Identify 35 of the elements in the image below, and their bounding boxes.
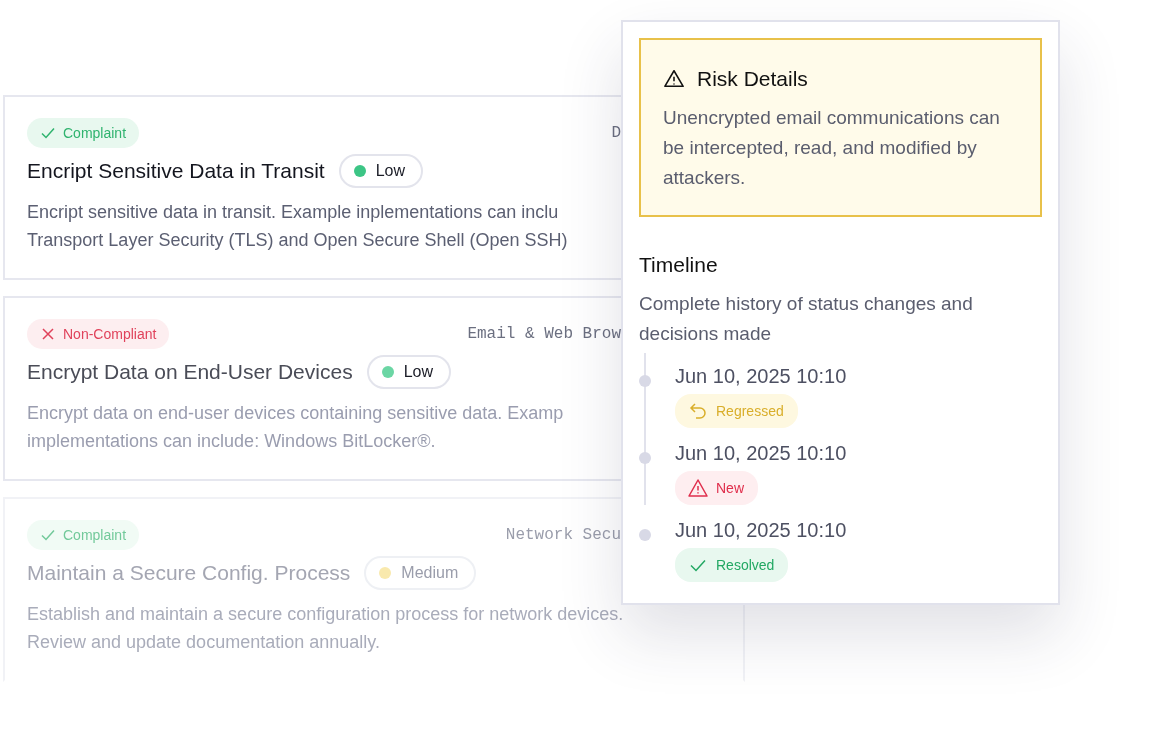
control-description: Encrypt data on end-user devices containing sensitive data. Examp	[27, 402, 564, 425]
control-description: Encript sensitive data in transit. Example inplementations can inclu	[27, 201, 559, 224]
status-badge: Non-Compliant	[27, 319, 170, 349]
control-title: Encrypt Data on End-User Devices	[27, 360, 353, 384]
event-badge: Resolved	[675, 548, 789, 582]
risk-title: Risk Details	[697, 67, 808, 91]
event-date: Jun 10, 2025 10:10	[675, 519, 847, 542]
risk-text: Unencrypted email communications can be intercepted, read, and modified by attackers.	[663, 106, 1001, 190]
severity-label: Medium	[401, 564, 459, 582]
timeline-dot	[639, 529, 651, 541]
timeline-subtitle: Complete history of status changes and decisions made	[639, 292, 974, 346]
control-description: implementations can include: Windows BitLocker®.	[27, 430, 436, 453]
warning-icon	[688, 478, 708, 498]
control-title: Encript Sensitive Data in Transit	[27, 159, 325, 183]
control-title: Maintain a Secure Config. Process	[27, 561, 351, 585]
control-description: Review and update documentation annually.	[27, 631, 380, 654]
check-icon	[40, 527, 56, 543]
category-label: Network Secu	[505, 526, 621, 544]
status-badge: Complaint	[27, 520, 140, 550]
event-date: Jun 10, 2025 10:10	[675, 442, 847, 465]
event-badge: New	[675, 471, 758, 505]
control-description: Establish and maintain a secure configuration process for network devices.	[27, 603, 624, 626]
category-label: Email & Web Brow	[467, 325, 621, 343]
severity-label: Low	[403, 363, 433, 381]
event-badge: Regressed	[675, 394, 798, 428]
undo-icon	[688, 401, 708, 421]
check-icon	[40, 125, 56, 141]
event-date: Jun 10, 2025 10:10	[675, 365, 847, 388]
warning-icon	[663, 68, 685, 90]
severity-label: Low	[375, 162, 405, 180]
status-badge: Complaint	[27, 118, 140, 148]
category-label: D	[611, 124, 621, 142]
control-description: Transport Layer Security (TLS) and Open Secure Shell (Open SSH)	[27, 229, 568, 252]
timeline-title: Timeline	[639, 253, 719, 277]
close-icon	[40, 326, 56, 342]
